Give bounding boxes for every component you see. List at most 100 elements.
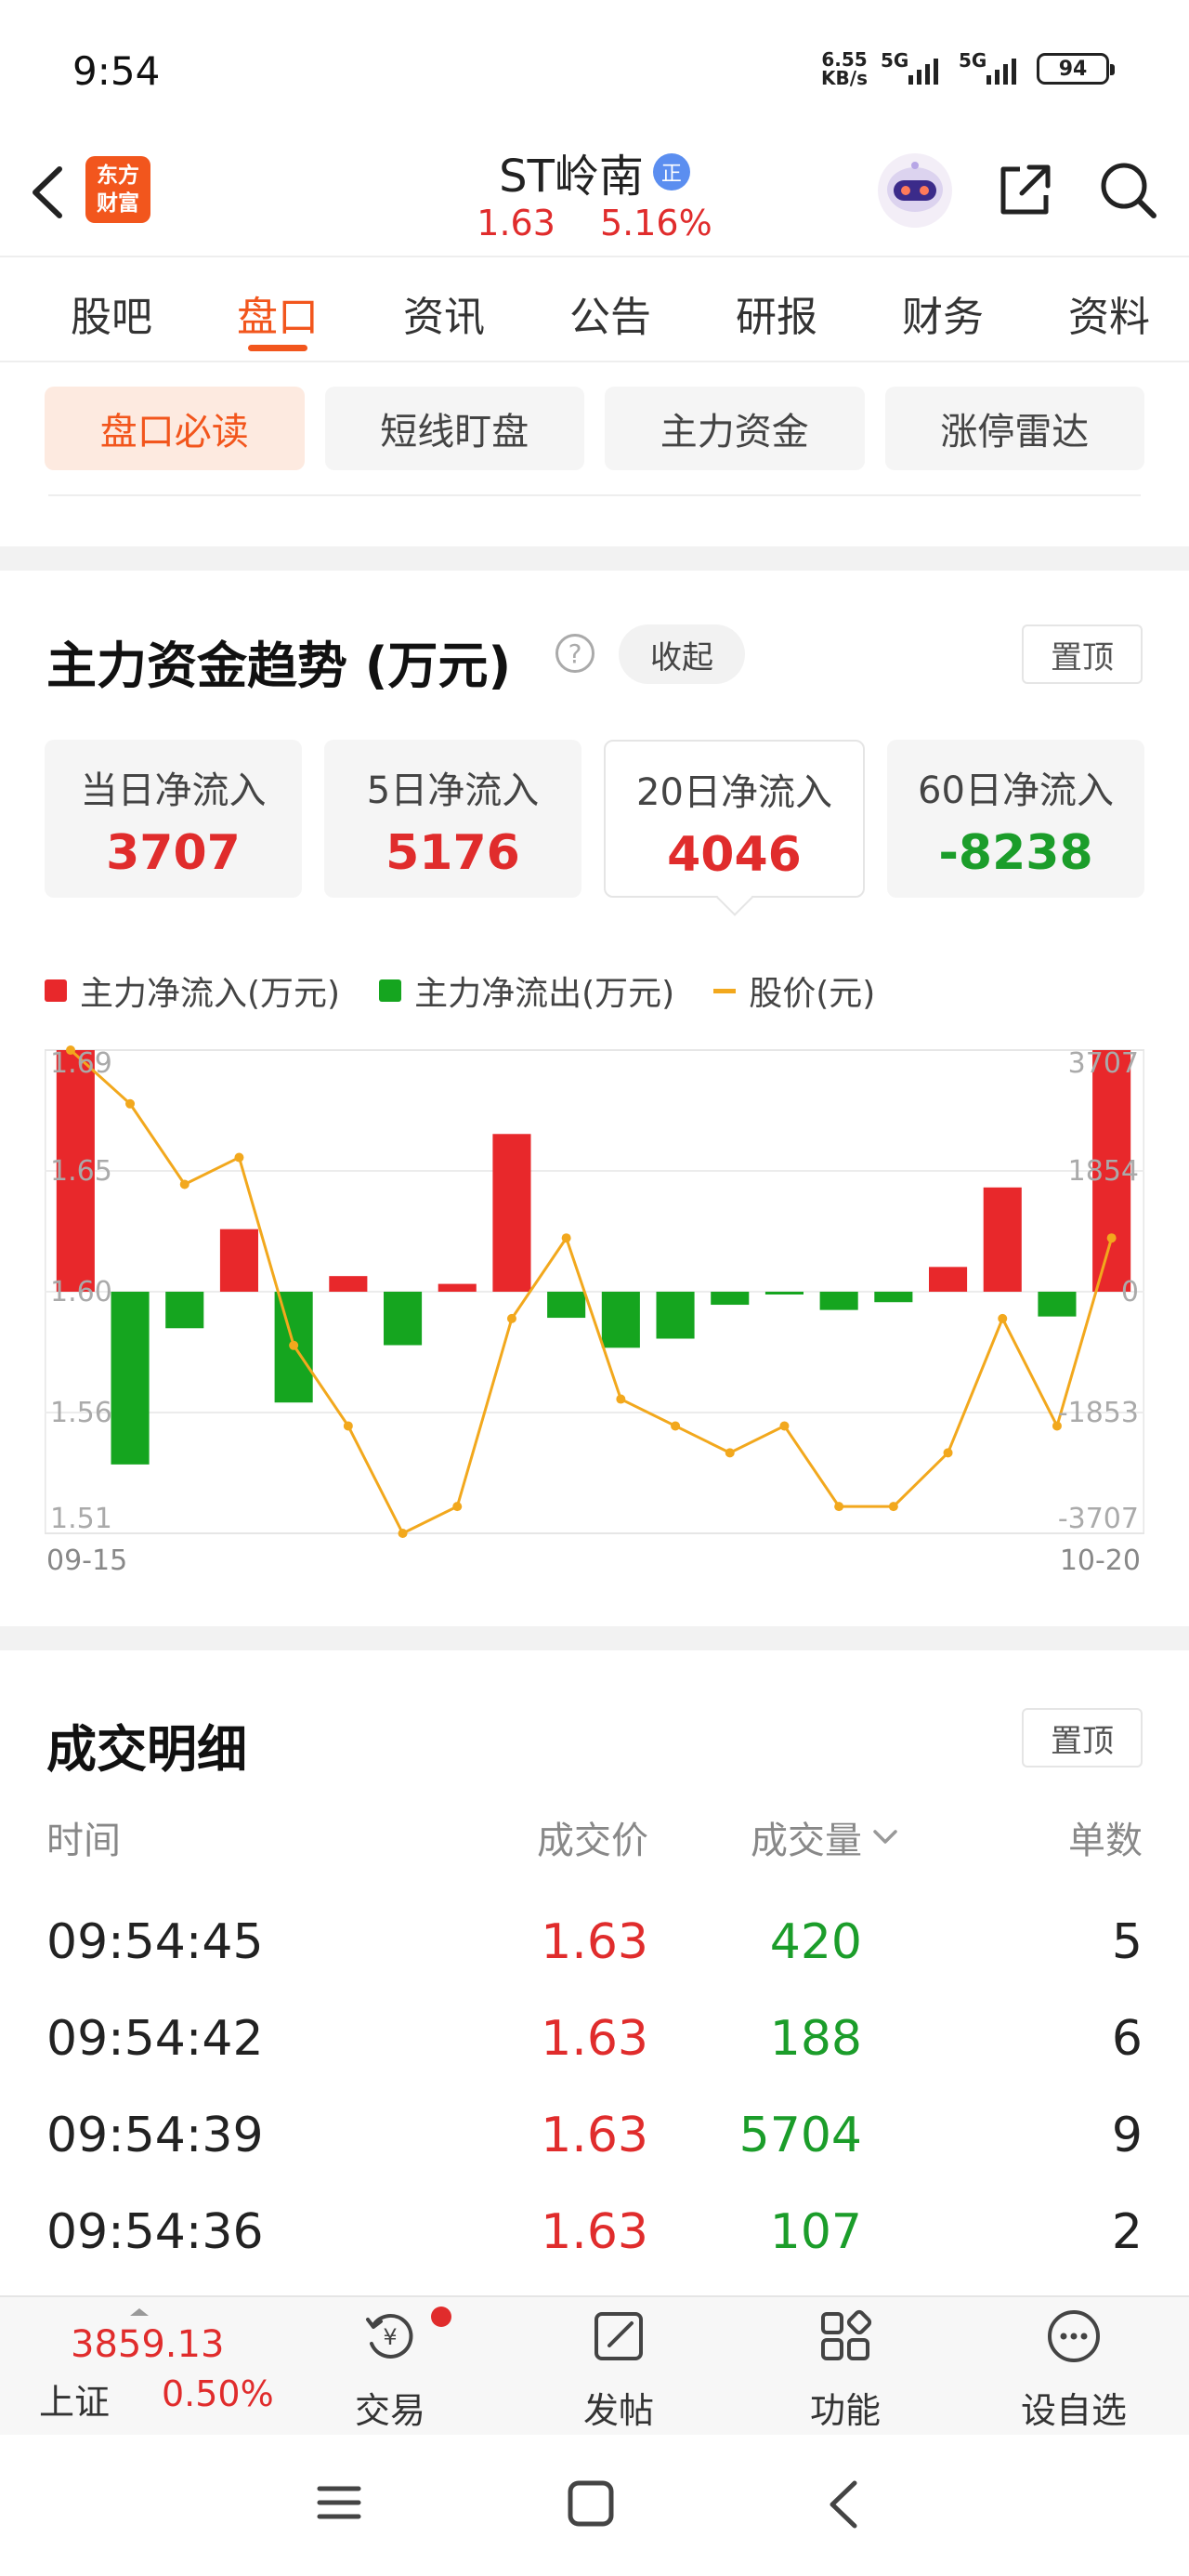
- legend-inflow: 主力净流入(万元): [45, 966, 340, 1015]
- app-logo[interactable]: 东方 财富: [85, 156, 150, 223]
- chevron-left-icon: [33, 166, 62, 218]
- legend-price: 股价(元): [713, 966, 875, 1015]
- flow-bar: [819, 1292, 858, 1310]
- price-point: [506, 1313, 516, 1323]
- tab-research[interactable]: 研报: [736, 257, 817, 361]
- flow-bar: [764, 1292, 804, 1295]
- signal-icon: 5G: [881, 49, 946, 85]
- subtab-must-read[interactable]: 盘口必读: [45, 387, 305, 470]
- x-axis-end-label: 10-20: [1059, 1544, 1141, 1577]
- left-axis-tick: 1.51: [50, 1503, 112, 1535]
- nav-functions[interactable]: 功能: [762, 2307, 929, 2433]
- divider: [48, 494, 1141, 496]
- robot-assistant-icon[interactable]: [873, 149, 957, 232]
- header-volume[interactable]: 成交量: [751, 1810, 899, 1864]
- subtab-limit-radar[interactable]: 涨停雷达: [884, 387, 1144, 470]
- section-gap: [0, 546, 1189, 571]
- flow-bar: [492, 1134, 531, 1292]
- share-icon[interactable]: [992, 158, 1057, 223]
- flow-card-60d[interactable]: 60日净流入 -8238: [887, 740, 1144, 898]
- system-nav-bar: [0, 2435, 1189, 2576]
- stock-change: 5.16%: [599, 203, 712, 243]
- svg-text:¥: ¥: [383, 2324, 397, 2350]
- price-point: [725, 1448, 735, 1458]
- trade-icon: ¥: [366, 2313, 413, 2359]
- flow-bar: [929, 1267, 968, 1292]
- tab-announcements[interactable]: 公告: [569, 257, 651, 361]
- edit-icon: [594, 2312, 643, 2360]
- price-point: [616, 1394, 626, 1404]
- flow-card-20d[interactable]: 20日净流入 4046: [604, 740, 865, 898]
- price-point: [343, 1421, 353, 1431]
- pin-button[interactable]: 置顶: [1022, 624, 1143, 684]
- flow-bar: [438, 1283, 477, 1292]
- search-icon[interactable]: [1096, 158, 1161, 223]
- collapse-button[interactable]: 收起: [619, 624, 745, 684]
- flow-card-5d[interactable]: 5日净流入 5176: [324, 740, 581, 898]
- price-point: [943, 1448, 953, 1458]
- x-axis-start-label: 09-15: [46, 1544, 128, 1577]
- tab-pankou[interactable]: 盘口: [237, 257, 319, 361]
- trade-detail-title: 成交明细: [46, 1720, 247, 1779]
- header-price: 成交价: [537, 1820, 648, 1862]
- price-point: [671, 1421, 681, 1431]
- status-time: 9:54: [72, 48, 161, 94]
- right-axis-tick: 1854: [1068, 1155, 1139, 1188]
- subtab-main-funds[interactable]: 主力资金: [605, 387, 865, 470]
- flow-bar: [1038, 1292, 1077, 1317]
- status-indicators: 6.55 KB/s 5G 5G 94: [821, 49, 1115, 87]
- index-name[interactable]: 上证: [39, 2373, 110, 2425]
- price-point: [289, 1340, 299, 1350]
- price-point: [1106, 1233, 1117, 1243]
- flow-bar: [656, 1292, 695, 1339]
- flow-card-today[interactable]: 当日净流入 3707: [45, 740, 302, 898]
- more-icon: [1048, 2310, 1100, 2362]
- table-row: 09:54:39 1.63 5704 9: [46, 2108, 1143, 2163]
- price-point: [179, 1179, 189, 1189]
- tab-news[interactable]: 资讯: [403, 257, 485, 361]
- flow-bar: [983, 1187, 1022, 1292]
- right-axis-tick: -1853: [1058, 1397, 1139, 1429]
- tab-finance[interactable]: 财务: [902, 257, 984, 361]
- header-count: 单数: [1068, 1820, 1143, 1862]
- right-axis-tick: -3707: [1058, 1503, 1139, 1535]
- subtab-short-watch[interactable]: 短线盯盘: [324, 387, 584, 470]
- header-time: 时间: [46, 1820, 121, 1862]
- flow-bar: [219, 1229, 258, 1292]
- left-axis-tick: 1.60: [50, 1276, 112, 1308]
- help-icon[interactable]: ?: [555, 634, 594, 673]
- index-value[interactable]: 3859.13: [71, 2323, 224, 2366]
- badge-icon: 正: [652, 153, 690, 191]
- app-header: ST岭南 正 1.63 5.16% 东方 财富: [0, 139, 1189, 256]
- caret-up-icon[interactable]: [130, 2308, 149, 2316]
- flow-bar: [601, 1292, 640, 1348]
- flow-bar: [329, 1276, 368, 1292]
- net-inflow-cards: 当日净流入 3707 5日净流入 5176 20日净流入 4046 60日净流入…: [45, 740, 1144, 898]
- fund-flow-chart: 1.69 1.65 1.60 1.56 1.51 3707 1854 0 -1853 -3707: [45, 1045, 1144, 1538]
- flow-bar: [547, 1292, 586, 1319]
- menu-icon[interactable]: [316, 2479, 362, 2526]
- home-icon[interactable]: [567, 2479, 615, 2528]
- price-point: [398, 1529, 408, 1538]
- price-point: [561, 1233, 571, 1243]
- nav-trade[interactable]: ¥ 交易: [307, 2307, 474, 2433]
- stock-name: ST岭南: [499, 151, 644, 203]
- flow-bar: [874, 1292, 913, 1303]
- back-nav-icon[interactable]: [825, 2479, 862, 2530]
- flow-bar: [711, 1292, 750, 1306]
- right-axis-tick: 3707: [1068, 1047, 1139, 1080]
- table-row: 09:54:45 1.63 420 5: [46, 1914, 1143, 1970]
- pin-button[interactable]: 置顶: [1022, 1708, 1143, 1768]
- tab-profile[interactable]: 资料: [1068, 257, 1150, 361]
- price-point: [888, 1502, 898, 1512]
- legend-outflow: 主力净流出(万元): [379, 966, 674, 1015]
- flow-bar: [165, 1292, 204, 1329]
- price-point: [779, 1421, 790, 1431]
- left-axis-tick: 1.56: [50, 1397, 112, 1429]
- back-button[interactable]: [24, 160, 71, 225]
- nav-add-watchlist[interactable]: 设自选: [990, 2307, 1157, 2433]
- nav-post[interactable]: 发帖: [535, 2307, 702, 2433]
- tab-guba[interactable]: 股吧: [71, 257, 152, 361]
- index-change[interactable]: 0.50%: [162, 2373, 274, 2414]
- status-bar: 9:54 6.55 KB/s 5G 5G 94: [0, 0, 1189, 139]
